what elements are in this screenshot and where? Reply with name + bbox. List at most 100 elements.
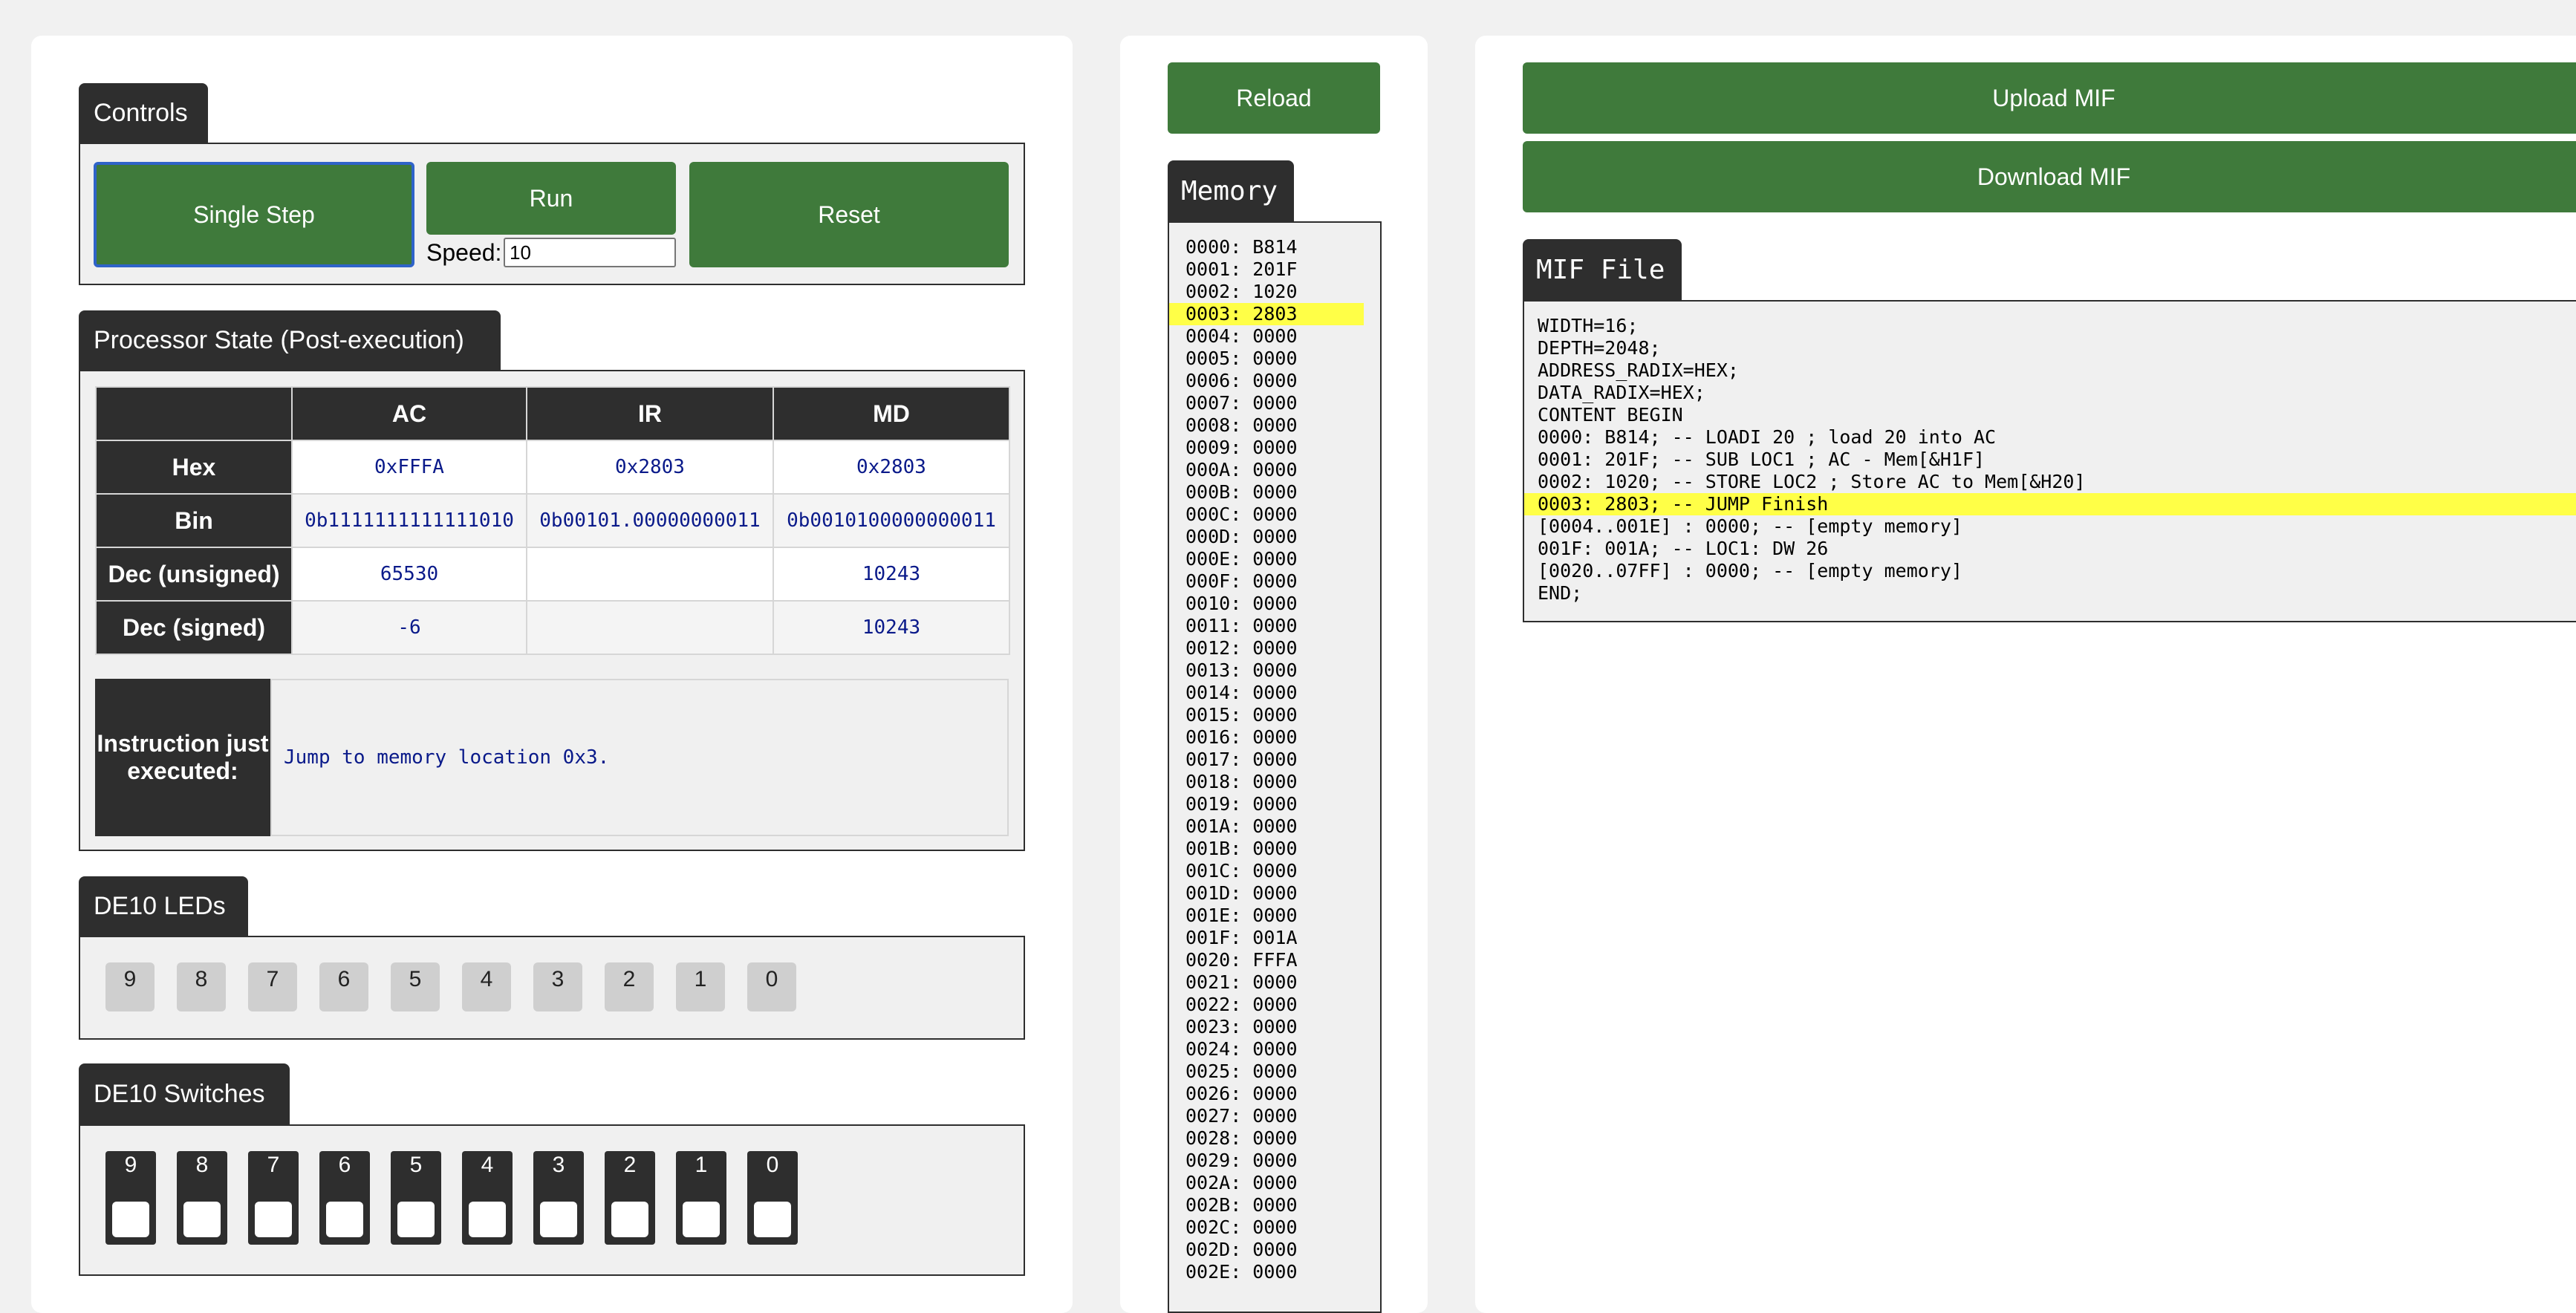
memory-line: 0024: 0000 <box>1185 1038 1298 1060</box>
dec-unsigned-ir-value <box>526 547 774 602</box>
switch-toggle[interactable] <box>112 1202 149 1237</box>
switch-9[interactable]: 9 <box>105 1151 156 1245</box>
processor-state-title: Processor State (Post-execution) <box>94 325 464 354</box>
controls-title: Controls <box>94 98 188 127</box>
row-header-bin: Bin <box>95 493 293 548</box>
led-5: 5 <box>391 962 440 1011</box>
row-header-hex: Hex <box>95 440 293 495</box>
switch-5[interactable]: 5 <box>391 1151 441 1245</box>
bin-md-value: 0b0010100000000011 <box>773 493 1010 548</box>
leds-tab: DE10 LEDs <box>79 876 248 936</box>
memory-line: 001D: 0000 <box>1185 882 1298 904</box>
led-2: 2 <box>605 962 654 1011</box>
mif-line: DATA_RADIX=HEX; <box>1538 382 1705 403</box>
led-3: 3 <box>533 962 582 1011</box>
run-button[interactable]: Run <box>426 162 676 235</box>
switch-toggle[interactable] <box>397 1202 435 1237</box>
mif-line: 001F: 001A; -- LOC1: DW 26 <box>1538 538 1829 559</box>
reload-button[interactable]: Reload <box>1168 62 1380 134</box>
mif-line: 0000: B814; -- LOADI 20 ; load 20 into A… <box>1538 426 1997 448</box>
switch-4[interactable]: 4 <box>462 1151 513 1245</box>
memory-line: 001A: 0000 <box>1185 815 1298 837</box>
memory-line: 0023: 0000 <box>1185 1016 1298 1037</box>
memory-line: 001C: 0000 <box>1185 860 1298 882</box>
table-row: Dec (signed) -6 10243 <box>95 600 1010 655</box>
switch-2[interactable]: 2 <box>605 1151 655 1245</box>
switch-toggle[interactable] <box>611 1202 648 1237</box>
memory-line: 001B: 0000 <box>1185 838 1298 859</box>
memory-line: 001E: 0000 <box>1185 905 1298 926</box>
memory-line: 000E: 0000 <box>1185 548 1298 570</box>
switch-label: 5 <box>409 1153 423 1177</box>
download-mif-button[interactable]: Download MIF <box>1523 141 2576 212</box>
switch-toggle[interactable] <box>183 1202 221 1237</box>
switch-1[interactable]: 1 <box>676 1151 726 1245</box>
upload-mif-button[interactable]: Upload MIF <box>1523 62 2576 134</box>
column-header-ac: AC <box>291 386 527 441</box>
switch-toggle[interactable] <box>469 1202 506 1237</box>
row-header-dec-signed: Dec (signed) <box>95 600 293 655</box>
processor-state-tab: Processor State (Post-execution) <box>79 310 501 370</box>
memory-title: Memory <box>1181 175 1278 206</box>
mif-line: ADDRESS_RADIX=HEX; <box>1538 359 1739 381</box>
bin-ac-value: 0b1111111111111010 <box>291 493 527 548</box>
led-6: 6 <box>319 962 368 1011</box>
led-1: 1 <box>676 962 725 1011</box>
switches-tab: DE10 Switches <box>79 1063 290 1124</box>
table-row: Bin 0b1111111111111010 0b00101.000000000… <box>95 493 1010 548</box>
dec-unsigned-ac-value: 65530 <box>291 547 527 602</box>
reset-button[interactable]: Reset <box>689 162 1009 267</box>
memory-line: 0022: 0000 <box>1185 994 1298 1015</box>
mif-file-content: WIDTH=16; DEPTH=2048; ADDRESS_RADIX=HEX; DA… <box>1524 315 2576 605</box>
mif-line: CONTENT BEGIN <box>1538 404 1683 426</box>
switch-0[interactable]: 0 <box>747 1151 798 1245</box>
memory-line: 0009: 0000 <box>1185 437 1298 458</box>
switch-3[interactable]: 3 <box>533 1151 584 1245</box>
memory-line: 0004: 0000 <box>1185 325 1298 347</box>
memory-line: 000C: 0000 <box>1185 504 1298 525</box>
memory-line: 0021: 0000 <box>1185 971 1298 993</box>
memory-line: 0014: 0000 <box>1185 682 1298 703</box>
switches-title: DE10 Switches <box>94 1079 265 1108</box>
switch-toggle[interactable] <box>683 1202 720 1237</box>
memory-line: 0017: 0000 <box>1185 749 1298 770</box>
memory-line: 0007: 0000 <box>1185 392 1298 414</box>
memory-line: 0000: B814 <box>1185 236 1298 258</box>
switch-toggle[interactable] <box>255 1202 292 1237</box>
mif-file-title: MIF File <box>1536 254 1665 285</box>
memory-line: 000B: 0000 <box>1185 481 1298 503</box>
switch-6[interactable]: 6 <box>319 1151 370 1245</box>
bin-ir-value: 0b00101.00000000011 <box>526 493 774 548</box>
controls-tab: Controls <box>79 83 208 143</box>
memory-line: 0015: 0000 <box>1185 704 1298 726</box>
switch-7[interactable]: 7 <box>248 1151 299 1245</box>
switch-toggle[interactable] <box>754 1202 791 1237</box>
memory-line: 0012: 0000 <box>1185 637 1298 659</box>
speed-input[interactable] <box>504 238 676 267</box>
memory-line: 0028: 0000 <box>1185 1127 1298 1149</box>
speed-label: Speed: <box>426 239 502 266</box>
switch-label: 0 <box>766 1153 779 1177</box>
row-header-dec-unsigned: Dec (unsigned) <box>95 547 293 602</box>
memory-line: 0005: 0000 <box>1185 348 1298 369</box>
memory-line: 002B: 0000 <box>1185 1194 1298 1216</box>
led-0: 0 <box>747 962 796 1011</box>
memory-line: 0029: 0000 <box>1185 1150 1298 1171</box>
memory-line: 001F: 001A <box>1185 927 1298 948</box>
single-step-button[interactable]: Single Step <box>94 162 414 267</box>
switch-label: 6 <box>338 1153 351 1177</box>
switch-label: 7 <box>267 1153 280 1177</box>
hex-ir-value: 0x2803 <box>526 440 774 495</box>
memory-line: 0001: 201F <box>1185 258 1298 280</box>
memory-line: 0011: 0000 <box>1185 615 1298 636</box>
switch-8[interactable]: 8 <box>177 1151 227 1245</box>
switch-label: 3 <box>552 1153 565 1177</box>
switch-label: 4 <box>481 1153 494 1177</box>
hex-md-value: 0x2803 <box>773 440 1010 495</box>
switch-toggle[interactable] <box>326 1202 363 1237</box>
switch-toggle[interactable] <box>540 1202 577 1237</box>
memory-line: 0010: 0000 <box>1185 593 1298 614</box>
memory-line: 0020: FFFA <box>1185 949 1298 971</box>
memory-line: 002E: 0000 <box>1185 1261 1298 1283</box>
memory-line: 000A: 0000 <box>1185 459 1298 480</box>
